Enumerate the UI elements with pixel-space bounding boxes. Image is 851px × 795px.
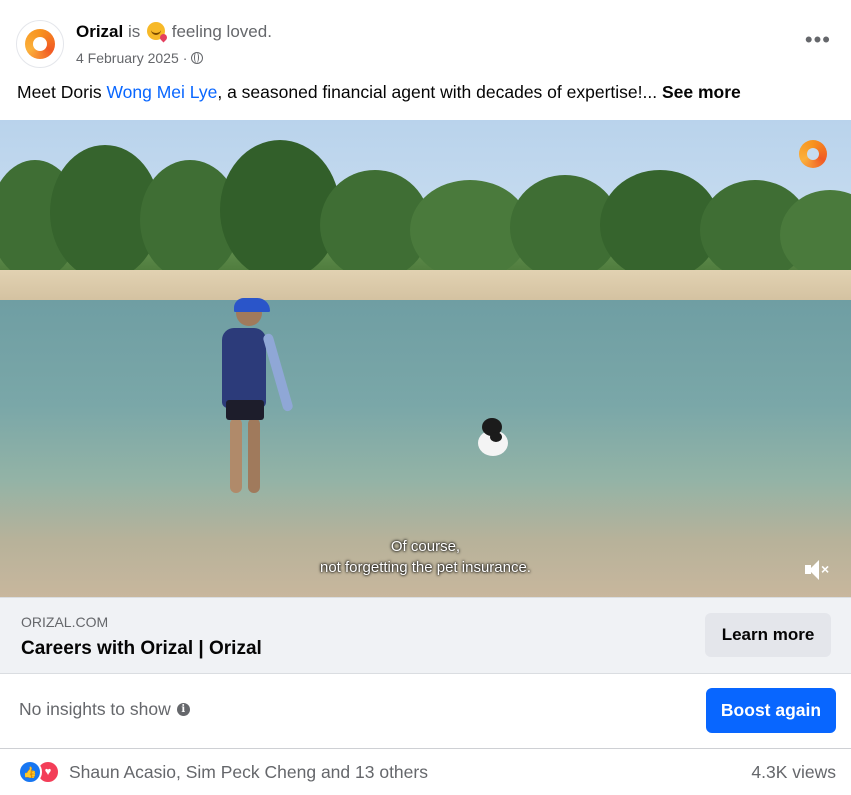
reaction-icons[interactable]: 👍 ♥: [18, 760, 64, 784]
video-scene-beach: [0, 270, 851, 302]
post-meta: 4 February 2025 ·: [76, 50, 204, 66]
post-text: Meet Doris Wong Mei Lye, a seasoned fina…: [17, 82, 741, 103]
link-preview[interactable]: ORIZAL.COM Careers with Orizal | Orizal …: [0, 597, 851, 674]
boost-again-button[interactable]: Boost again: [706, 688, 836, 733]
post-author-line: Orizal is feeling loved.: [76, 22, 272, 42]
info-icon[interactable]: i: [176, 703, 190, 716]
views-count[interactable]: 4.3K views: [751, 762, 836, 783]
learn-more-button[interactable]: Learn more: [705, 613, 831, 657]
insights-text: No insights to show: [19, 699, 171, 719]
video-person: [216, 298, 294, 500]
post-card: Orizal is feeling loved. 4 February 2025…: [0, 0, 851, 795]
video-dog: [474, 418, 510, 458]
like-icon: 👍: [18, 760, 42, 784]
post-text-after: , a seasoned financial agent with decade…: [217, 82, 658, 102]
post-header: Orizal is feeling loved. 4 February 2025…: [0, 0, 851, 75]
post-date-link[interactable]: 4 February 2025: [76, 50, 179, 66]
post-video[interactable]: Of course, not forgetting the pet insura…: [0, 120, 851, 597]
video-scene-trees: [0, 140, 851, 280]
page-avatar[interactable]: [16, 20, 64, 68]
meta-separator: ·: [182, 50, 188, 66]
page-name-link[interactable]: Orizal: [76, 22, 123, 41]
globe-icon[interactable]: [191, 52, 204, 64]
link-domain: ORIZAL.COM: [21, 614, 109, 630]
activity-prefix: is: [127, 22, 141, 41]
orizal-watermark-icon: [799, 140, 827, 168]
reactions-bar: 👍 ♥ Shaun Acasio, Sim Peck Cheng and 13 …: [0, 749, 851, 795]
insights-bar: No insights to show i Boost again: [0, 673, 851, 749]
orizal-logo-icon: [25, 29, 55, 59]
activity-text: feeling loved.: [171, 22, 272, 41]
video-caption-line1: Of course,: [390, 538, 461, 555]
link-title[interactable]: Careers with Orizal | Orizal: [21, 638, 262, 660]
more-options-button[interactable]: •••: [805, 29, 831, 51]
see-more-link[interactable]: See more: [662, 82, 741, 102]
video-caption-line2: not forgetting the pet insurance.: [320, 559, 531, 576]
mention-link[interactable]: Wong Mei Lye: [106, 82, 217, 102]
loved-emoji-icon: [147, 22, 165, 40]
reactors-link[interactable]: Shaun Acasio, Sim Peck Cheng and 13 othe…: [69, 762, 428, 783]
insights-status: No insights to show i: [19, 699, 190, 720]
post-text-before: Meet Doris: [17, 82, 107, 102]
mute-icon[interactable]: ×: [805, 560, 831, 580]
